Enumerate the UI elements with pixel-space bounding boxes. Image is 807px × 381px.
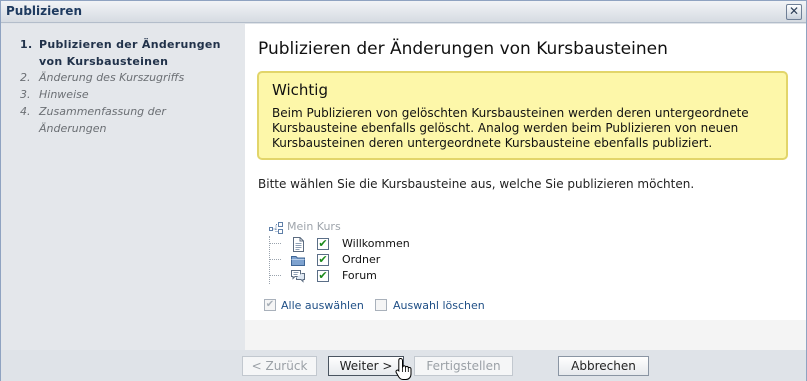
wizard-steps: 1. Publizieren der Änderungen von Kursba… <box>1 24 245 350</box>
back-button[interactable]: < Zurück <box>242 356 317 376</box>
ordner-checkbox[interactable]: ✔ <box>317 254 329 266</box>
tree-item-ordner[interactable]: ✔ Ordner <box>265 252 565 268</box>
wizard-step-label: Zusammenfassung der Änderungen <box>39 105 166 135</box>
tree-item-label: Willkommen <box>342 237 410 250</box>
tree-item-label: Forum <box>342 269 377 282</box>
selection-controls: ✔ Alle auswählen Auswahl löschen <box>263 298 563 314</box>
select-all-checkbox[interactable]: ✔ <box>264 299 276 311</box>
tree-item-willkommen[interactable]: ✔ Willkommen <box>265 236 565 252</box>
wizard-step-number: 1. <box>20 38 33 51</box>
publish-dialog: Publizieren ✕ 1. Publizieren der Änderun… <box>0 0 807 381</box>
dialog-title: Publizieren <box>6 4 82 18</box>
wizard-step-4: 4. Zusammenfassung der Änderungen <box>20 103 195 137</box>
folder-icon <box>291 256 305 266</box>
tree-connector <box>269 243 281 244</box>
next-button[interactable]: Weiter > <box>328 356 404 376</box>
wizard-step-label: Hinweise <box>39 88 89 101</box>
notice-line: Beim Publizieren von gelöschten Kursbaus… <box>272 106 749 120</box>
dialog-titlebar[interactable]: Publizieren ✕ <box>1 1 806 23</box>
wizard-step-3: 3. Hinweise <box>20 86 235 103</box>
willkommen-checkbox[interactable]: ✔ <box>317 238 329 250</box>
forum-icon <box>291 270 305 283</box>
selection-instruction: Bitte wählen Sie die Kursbausteine aus, … <box>258 177 695 191</box>
important-notice: Wichtig Beim Publizieren von gelöschten … <box>257 71 788 160</box>
tree-item-label: Ordner <box>342 253 381 266</box>
tree-item-forum[interactable]: ✔ Forum <box>265 268 565 284</box>
hand-cursor-icon <box>395 357 412 380</box>
wizard-step-number: 2. <box>20 71 31 84</box>
wizard-step-2: 2. Änderung des Kurszugriffs <box>20 69 235 86</box>
forum-checkbox[interactable]: ✔ <box>317 270 329 282</box>
content-footer <box>245 320 806 350</box>
select-all-link[interactable]: Alle auswählen <box>281 299 364 312</box>
wizard-content: Publizieren der Änderungen von Kursbaust… <box>245 24 806 350</box>
notice-text: Beim Publizieren von gelöschten Kursbaus… <box>272 106 782 151</box>
tree-root-label: Mein Kurs <box>287 220 341 233</box>
course-tree: Mein Kurs ✔ Willkommen ✔ Ordner ✔ Forum <box>265 220 565 290</box>
notice-line: Kursbausteine ebenfalls gelöscht. Analog… <box>272 121 739 135</box>
tree-connector <box>269 275 281 276</box>
wizard-step-label: Änderung des Kurszugriffs <box>39 71 185 84</box>
notice-title: Wichtig <box>272 81 328 99</box>
deselect-all-checkbox[interactable] <box>375 299 387 311</box>
cancel-button[interactable]: Abbrechen <box>558 356 649 376</box>
page-title: Publizieren der Änderungen von Kursbaust… <box>258 39 668 59</box>
tree-connector <box>269 259 281 260</box>
page-icon <box>293 237 304 252</box>
finish-button[interactable]: Fertigstellen <box>414 356 513 376</box>
wizard-step-number: 4. <box>20 105 31 118</box>
deselect-all-link[interactable]: Auswahl löschen <box>393 299 485 312</box>
wizard-step-1: 1. Publizieren der Änderungen von Kursba… <box>20 36 235 70</box>
wizard-step-label: Publizieren der Änderungen von Kursbaust… <box>39 38 221 68</box>
notice-line: Kursbausteinen deren untergeordnete Kurs… <box>272 136 713 150</box>
structure-icon <box>269 222 283 234</box>
close-icon[interactable]: ✕ <box>786 4 802 20</box>
wizard-step-number: 3. <box>20 88 31 101</box>
